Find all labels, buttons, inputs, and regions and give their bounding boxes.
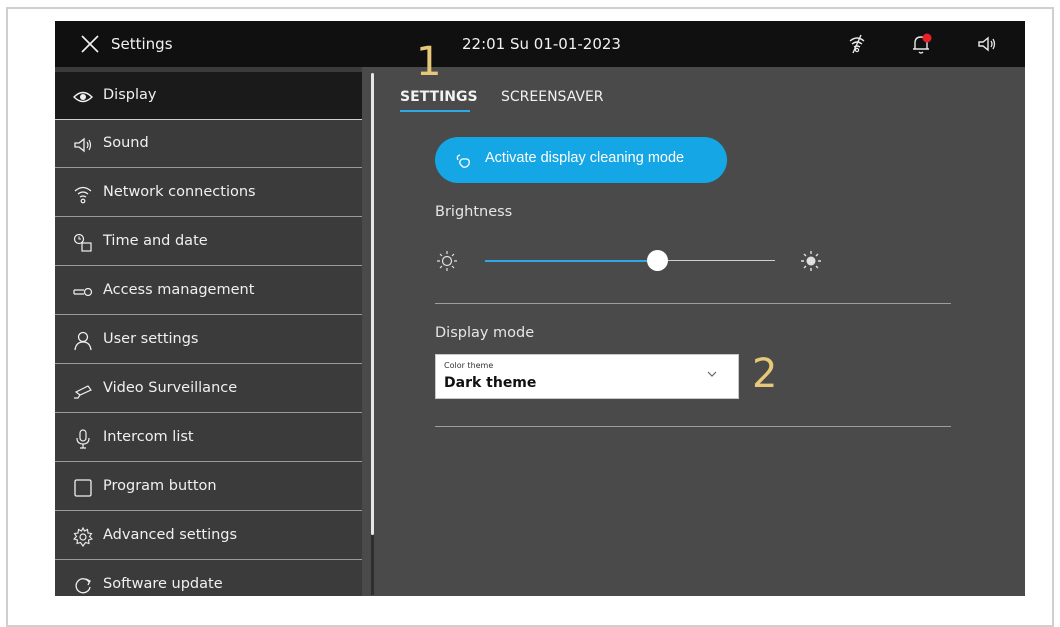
sidebar-item-sound[interactable]: Sound <box>55 120 362 168</box>
sidebar-item-label: Intercom list <box>103 429 194 445</box>
chevron-down-icon <box>707 371 717 377</box>
display-cleaning-button[interactable]: Activate display cleaning mode <box>435 137 727 183</box>
clock-date: 22:01 Su 01-01-2023 <box>462 35 621 53</box>
eye-icon <box>73 91 93 103</box>
microphone-icon <box>76 429 90 449</box>
user-icon <box>74 331 92 351</box>
sidebar-item-label: User settings <box>103 331 199 347</box>
sidebar-scroll-track <box>371 535 374 595</box>
camera-icon <box>74 385 92 399</box>
active-tab-indicator <box>400 110 470 112</box>
settings-sidebar: Display Sound Network connections Time a… <box>55 67 362 596</box>
sidebar-item-label: Advanced settings <box>103 527 238 543</box>
sidebar-item-intercom-list[interactable]: Intercom list <box>55 414 362 462</box>
sidebar-item-label: Display <box>103 87 157 103</box>
key-icon <box>73 287 93 297</box>
select-value: Dark theme <box>444 375 537 391</box>
sidebar-item-label: Program button <box>103 478 217 494</box>
gear-icon <box>73 527 93 547</box>
hand-wipe-icon <box>456 154 470 168</box>
slider-thumb[interactable] <box>647 250 668 271</box>
brightness-label: Brightness <box>435 204 513 220</box>
sidebar-item-software-update[interactable]: Software update <box>55 561 362 596</box>
sidebar-item-label: Sound <box>103 135 149 151</box>
sidebar-item-program-button[interactable]: Program button <box>55 463 362 511</box>
sidebar-item-advanced-settings[interactable]: Advanced settings <box>55 512 362 560</box>
sidebar-item-label: Time and date <box>103 233 208 249</box>
device-screen: Settings 22:01 Su 01-01-2023 Display Sou… <box>55 21 1025 596</box>
sidebar-item-label: Software update <box>103 576 223 592</box>
sidebar-item-label: Video Surveillance <box>103 380 238 396</box>
sidebar-scrollbar[interactable] <box>371 73 374 535</box>
speaker-icon[interactable] <box>976 33 998 55</box>
sidebar-item-video-surveillance[interactable]: Video Surveillance <box>55 365 362 413</box>
top-bar: Settings 22:01 Su 01-01-2023 <box>55 21 1025 67</box>
sun-bright-icon <box>801 251 821 271</box>
wifi-off-icon[interactable] <box>846 33 868 55</box>
slider-track-empty <box>655 260 775 261</box>
tab-screensaver[interactable]: SCREENSAVER <box>501 89 604 105</box>
sidebar-item-user-settings[interactable]: User settings <box>55 316 362 364</box>
brightness-slider[interactable] <box>435 249 825 273</box>
square-button-icon <box>74 479 92 497</box>
sun-dim-icon <box>437 251 457 271</box>
select-caption: Color theme <box>444 361 494 370</box>
sidebar-item-label: Network connections <box>103 184 256 200</box>
sidebar-item-time-date[interactable]: Time and date <box>55 218 362 266</box>
sidebar-item-display[interactable]: Display <box>55 72 362 120</box>
section-divider <box>435 426 951 427</box>
page-title: Settings <box>111 35 173 53</box>
sidebar-item-network[interactable]: Network connections <box>55 169 362 217</box>
tab-settings[interactable]: SETTINGS <box>400 89 478 105</box>
close-icon[interactable] <box>81 35 99 53</box>
display-mode-label: Display mode <box>435 325 535 341</box>
annotation-marker-2: 2 <box>752 351 778 397</box>
sidebar-item-label: Access management <box>103 282 255 298</box>
section-divider <box>435 303 951 304</box>
sidebar-item-access-management[interactable]: Access management <box>55 267 362 315</box>
notification-bell-icon[interactable] <box>910 33 932 55</box>
wifi-icon <box>74 186 92 204</box>
color-theme-select[interactable]: Color theme Dark theme <box>435 354 739 399</box>
speaker-icon <box>74 137 92 153</box>
refresh-icon <box>75 578 91 594</box>
display-cleaning-label: Activate display cleaning mode <box>485 150 685 166</box>
clock-calendar-icon <box>73 233 92 252</box>
slider-track-filled <box>485 260 655 262</box>
annotation-marker-1: 1 <box>416 39 442 85</box>
